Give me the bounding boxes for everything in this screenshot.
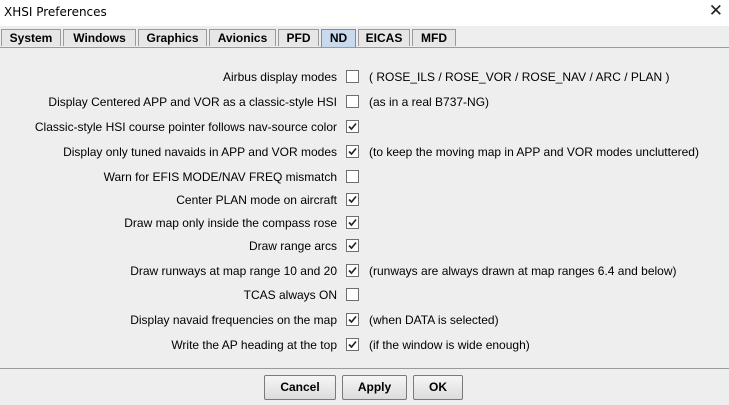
option-label: Write the AP heading at the top (171, 338, 337, 352)
option-note: (if the window is wide enough) (369, 338, 530, 352)
option-checkbox[interactable] (346, 193, 359, 206)
option-checkbox[interactable] (346, 313, 359, 326)
close-icon[interactable]: ✕ (709, 1, 723, 21)
option-row: Display Centered APP and VOR as a classi… (0, 93, 729, 111)
option-label: Warn for EFIS MODE/NAV FREQ mismatch (103, 170, 337, 184)
option-note: (runways are always drawn at map ranges … (369, 264, 677, 278)
option-label: Classic-style HSI course pointer follows… (34, 120, 337, 134)
option-row: Warn for EFIS MODE/NAV FREQ mismatch (0, 168, 729, 186)
option-checkbox[interactable] (346, 145, 359, 158)
tab-strip: System Windows Graphics Avionics PFD ND … (0, 26, 729, 48)
title-bar: XHSI Preferences ✕ (0, 0, 729, 26)
tab-mfd[interactable]: MFD (412, 29, 456, 46)
option-checkbox[interactable] (346, 70, 359, 83)
option-label: Draw runways at map range 10 and 20 (130, 264, 337, 278)
checkmark-icon (348, 266, 357, 275)
ok-button[interactable]: OK (413, 375, 463, 400)
tab-nd[interactable]: ND (321, 29, 356, 48)
option-checkbox[interactable] (346, 170, 359, 183)
tab-eicas[interactable]: EICAS (358, 29, 410, 46)
nd-options-panel: Airbus display modes ( ROSE_ILS / ROSE_VO… (0, 47, 729, 369)
option-label: TCAS always ON (243, 288, 337, 302)
option-row: Draw range arcs (0, 237, 729, 255)
option-row: Display navaid frequencies on the map (wh… (0, 311, 729, 329)
checkmark-icon (348, 340, 357, 349)
checkmark-icon (348, 315, 357, 324)
checkmark-icon (348, 218, 357, 227)
checkmark-icon (348, 195, 357, 204)
option-label: Center PLAN mode on aircraft (176, 193, 337, 207)
option-label: Display only tuned navaids in APP and VO… (63, 145, 337, 159)
option-label: Display Centered APP and VOR as a classi… (48, 95, 337, 109)
option-note: ( ROSE_ILS / ROSE_VOR / ROSE_NAV / ARC /… (369, 70, 670, 84)
tab-system[interactable]: System (1, 29, 61, 46)
checkmark-icon (348, 122, 357, 131)
option-label: Draw map only inside the compass rose (124, 216, 337, 230)
tab-avionics[interactable]: Avionics (209, 29, 276, 46)
option-checkbox[interactable] (346, 338, 359, 351)
option-label: Draw range arcs (248, 239, 337, 253)
tab-pfd[interactable]: PFD (278, 29, 319, 46)
option-note: (to keep the moving map in APP and VOR m… (369, 145, 699, 159)
window-title: XHSI Preferences (4, 5, 107, 19)
tab-graphics[interactable]: Graphics (138, 29, 207, 46)
option-row: Draw runways at map range 10 and 20 (runw… (0, 262, 729, 280)
tab-windows[interactable]: Windows (63, 29, 136, 46)
option-row: Draw map only inside the compass rose (0, 214, 729, 232)
option-row: Center PLAN mode on aircraft (0, 191, 729, 209)
option-checkbox[interactable] (346, 288, 359, 301)
option-note: (as in a real B737-NG) (369, 95, 490, 109)
option-row: Classic-style HSI course pointer follows… (0, 118, 729, 136)
checkmark-icon (348, 147, 357, 156)
option-note: (when DATA is selected) (369, 313, 499, 327)
checkmark-icon (348, 241, 357, 250)
option-checkbox[interactable] (346, 120, 359, 133)
option-label: Display navaid frequencies on the map (130, 313, 337, 327)
option-checkbox[interactable] (346, 216, 359, 229)
option-row: Airbus display modes ( ROSE_ILS / ROSE_VO… (0, 68, 729, 86)
option-checkbox[interactable] (346, 264, 359, 277)
option-row: Write the AP heading at the top (if the w… (0, 336, 729, 354)
apply-button[interactable]: Apply (342, 375, 407, 400)
cancel-button[interactable]: Cancel (264, 375, 336, 400)
option-label: Airbus display modes (222, 70, 337, 84)
option-checkbox[interactable] (346, 239, 359, 252)
option-row: TCAS always ON (0, 286, 729, 304)
option-checkbox[interactable] (346, 95, 359, 108)
option-row: Display only tuned navaids in APP and VO… (0, 143, 729, 161)
